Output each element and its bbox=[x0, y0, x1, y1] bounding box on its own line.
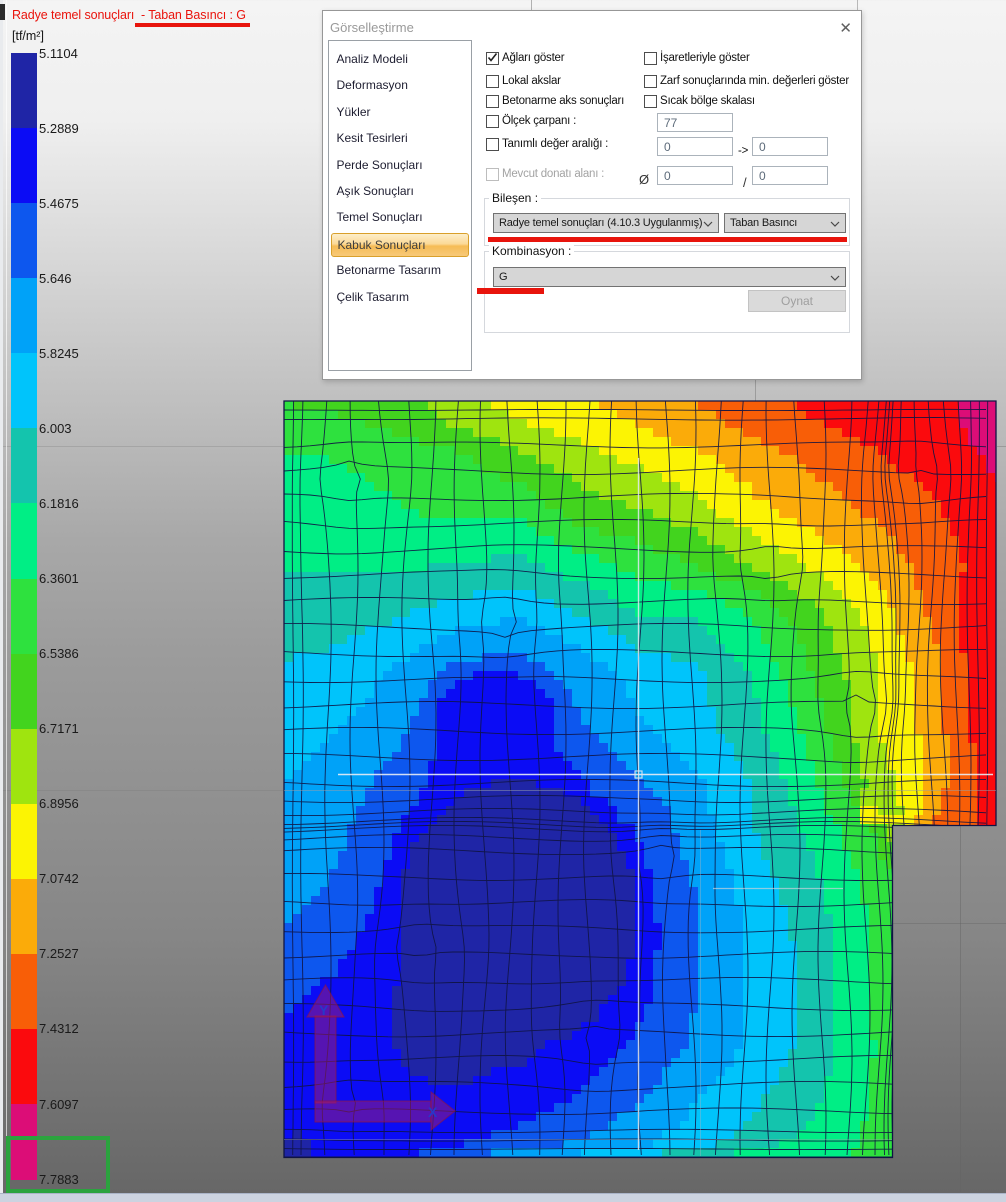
svg-text:Y: Y bbox=[319, 1002, 329, 1018]
svg-text:X: X bbox=[428, 1104, 438, 1120]
